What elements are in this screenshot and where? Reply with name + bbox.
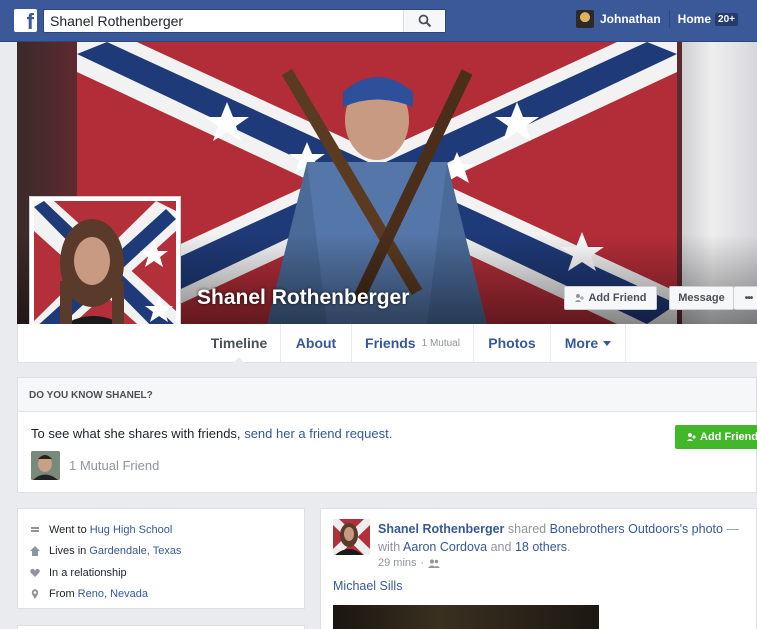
- intro-card: Went to Hug High School Lives in Gardend…: [17, 508, 305, 609]
- intro-relationship: In a relationship: [30, 562, 292, 584]
- post-body-text[interactable]: Michael Sills: [333, 579, 402, 593]
- add-friend-button[interactable]: Add Friend: [564, 286, 657, 310]
- post-header: Shanel Rothenberger shared Bonebrothers …: [378, 520, 748, 556]
- search-button[interactable]: [403, 10, 445, 32]
- intro-education: Went to Hug High School: [30, 519, 292, 541]
- tab-about[interactable]: About: [281, 324, 352, 362]
- facebook-logo-icon[interactable]: f: [14, 9, 37, 32]
- tagged-person-link[interactable]: Aaron Cordova: [403, 540, 487, 554]
- tab-label: About: [295, 335, 337, 351]
- profile-tab-bar: Timeline About Friends 1 Mutual Photos M…: [17, 324, 757, 363]
- add-friend-green-button[interactable]: Add Friend: [675, 425, 757, 449]
- hometown-link[interactable]: Reno, Nevada: [78, 588, 148, 600]
- home-link[interactable]: Home: [678, 12, 711, 26]
- intro-hometown: From Reno, Nevada: [30, 584, 292, 606]
- active-tab-indicator: [232, 357, 246, 364]
- mutual-friend-count[interactable]: 1 Mutual Friend: [69, 458, 159, 473]
- tab-photos[interactable]: Photos: [474, 324, 551, 362]
- current-city-link[interactable]: Gardendale, Texas: [89, 545, 181, 557]
- chevron-down-icon: [603, 340, 612, 346]
- mutual-count: 1 Mutual: [421, 337, 460, 349]
- search-icon: [418, 14, 431, 28]
- add-friend-label: Add Friend: [700, 431, 757, 443]
- tagged-others-link[interactable]: 18 others: [515, 540, 567, 554]
- location-pin-icon: [30, 589, 40, 600]
- mutual-friend-avatar[interactable]: [31, 451, 60, 480]
- add-friend-label: Add Friend: [588, 292, 647, 304]
- add-person-icon: [687, 433, 696, 441]
- post-timestamp[interactable]: 29 mins: [378, 557, 417, 569]
- post-source-link[interactable]: Bonebrothers Outdoors's photo: [550, 522, 723, 536]
- top-right-nav: Johnathan Home 20+: [576, 10, 738, 28]
- profile-photo-graphic: [34, 201, 176, 341]
- post-period: .: [567, 540, 571, 554]
- tab-more[interactable]: More: [551, 324, 626, 362]
- more-options-button[interactable]: •••: [734, 286, 757, 310]
- message-label: Message: [678, 292, 725, 304]
- more-dots-icon: •••: [744, 292, 753, 304]
- next-card-edge: [17, 625, 305, 629]
- tab-label: Friends: [365, 335, 416, 351]
- message-button[interactable]: Message: [669, 286, 734, 310]
- know-box-text: To see what she shares with friends, sen…: [31, 426, 392, 441]
- tab-label: Timeline: [210, 335, 268, 351]
- user-name-link[interactable]: Johnathan: [600, 12, 661, 26]
- post-photo[interactable]: [333, 605, 599, 629]
- profile-picture-image: [34, 201, 176, 341]
- know-box-prefix: To see what she shares with friends,: [31, 426, 241, 441]
- user-avatar[interactable]: [576, 10, 594, 28]
- post-author-link[interactable]: Shanel Rothenberger: [378, 522, 504, 536]
- post-dash: —: [726, 522, 739, 536]
- know-box: DO YOU KNOW SHANEL? To see what she shar…: [17, 377, 757, 493]
- nav-divider: [668, 10, 670, 28]
- intro-prefix: From: [49, 588, 75, 601]
- post-shared-text: shared: [507, 522, 547, 536]
- intro-prefix: Went to: [49, 523, 87, 536]
- school-link[interactable]: Hug High School: [90, 524, 173, 536]
- intro-prefix: Lives in: [49, 545, 87, 558]
- top-bar: f Johnathan Home 20+: [0, 0, 757, 42]
- search-input[interactable]: [44, 10, 403, 32]
- friends-audience-icon[interactable]: [428, 559, 441, 568]
- intro-current-city: Lives in Gardendale, Texas: [30, 541, 292, 563]
- tab-label: More: [564, 335, 599, 351]
- know-box-heading: DO YOU KNOW SHANEL?: [18, 378, 756, 412]
- home-icon: [30, 546, 40, 557]
- add-person-icon: [575, 294, 585, 302]
- timeline-post: Shanel Rothenberger shared Bonebrothers …: [320, 508, 757, 629]
- relationship-status: In a relationship: [49, 566, 127, 579]
- search-bar: [43, 9, 446, 33]
- profile-name[interactable]: Shanel Rothenberger: [197, 286, 409, 310]
- school-icon: [30, 525, 40, 535]
- post-meta: 29 mins ·: [378, 557, 441, 569]
- post-and-text: and: [490, 540, 512, 554]
- tab-label: Photos: [488, 335, 536, 351]
- send-friend-request-link[interactable]: send her a friend request.: [244, 426, 392, 441]
- meta-separator: ·: [420, 557, 425, 569]
- post-with-text: with: [378, 540, 401, 554]
- tab-friends[interactable]: Friends 1 Mutual: [352, 324, 474, 362]
- post-author-avatar[interactable]: [333, 519, 370, 555]
- notification-badge: 20+: [715, 12, 738, 26]
- heart-icon: [30, 568, 40, 578]
- mutual-friends-row[interactable]: 1 Mutual Friend: [31, 451, 159, 480]
